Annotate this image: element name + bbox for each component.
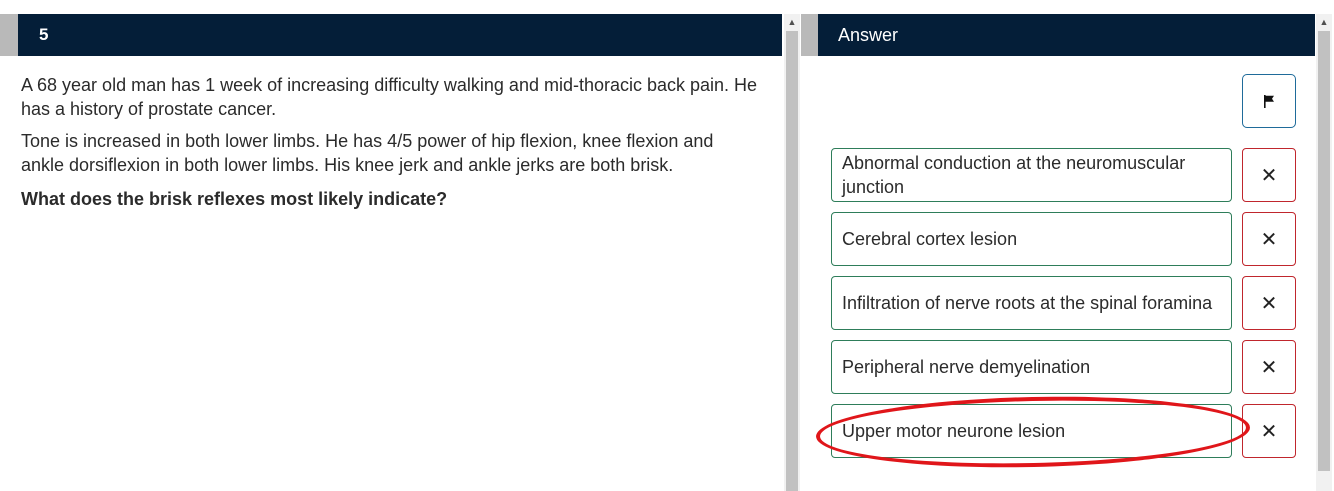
strike-option-4-button[interactable]: ✕: [1242, 340, 1296, 394]
question-scrollbar[interactable]: ▲: [784, 14, 800, 491]
strike-option-1-button[interactable]: ✕: [1242, 148, 1296, 202]
answer-header-gutter: [801, 14, 818, 56]
close-icon: ✕: [1260, 419, 1278, 443]
flag-question-button[interactable]: [1242, 74, 1296, 128]
scroll-up-arrow-icon[interactable]: ▲: [1316, 14, 1332, 30]
answer-option-4[interactable]: Peripheral nerve demyelination: [831, 340, 1232, 394]
question-stem-2: Tone is increased in both lower limbs. H…: [21, 131, 714, 175]
answer-option-label: Upper motor neurone lesion: [842, 421, 1066, 441]
answer-option-3[interactable]: Infiltration of nerve roots at the spina…: [831, 276, 1232, 330]
strike-option-5-button[interactable]: ✕: [1242, 404, 1296, 458]
answer-option-label: Cerebral cortex lesion: [842, 229, 1018, 249]
answer-header-title: Answer: [838, 25, 899, 45]
strike-option-3-button[interactable]: ✕: [1242, 276, 1296, 330]
answer-option-label: Infiltration of nerve roots at the spina…: [842, 293, 1213, 313]
answer-header: Answer: [818, 14, 1315, 56]
strike-option-2-button[interactable]: ✕: [1242, 212, 1296, 266]
answer-scroll-thumb[interactable]: [1318, 31, 1330, 471]
question-number: 5: [39, 25, 49, 44]
answer-option-1[interactable]: Abnormal conduction at the neuromuscular…: [831, 148, 1232, 202]
answer-option-2[interactable]: Cerebral cortex lesion: [831, 212, 1232, 266]
answer-option-5[interactable]: Upper motor neurone lesion: [831, 404, 1232, 458]
question-prompt: What does the brisk reflexes most likely…: [21, 189, 448, 209]
flag-icon: [1264, 94, 1274, 108]
close-icon: ✕: [1260, 227, 1278, 251]
answer-scrollbar[interactable]: ▲: [1316, 14, 1332, 491]
question-stem-1: A 68 year old man has 1 week of increasi…: [21, 75, 758, 119]
close-icon: ✕: [1260, 355, 1278, 379]
close-icon: ✕: [1260, 291, 1278, 315]
close-icon: ✕: [1260, 163, 1278, 187]
scroll-up-arrow-icon[interactable]: ▲: [784, 14, 800, 30]
answer-option-label: Abnormal conduction at the neuromuscular…: [842, 153, 1186, 197]
answer-option-label: Peripheral nerve demyelination: [842, 357, 1091, 377]
question-number-header: 5: [18, 14, 782, 56]
question-scroll-thumb[interactable]: [786, 31, 798, 491]
question-body: A 68 year old man has 1 week of increasi…: [21, 74, 761, 221]
question-header-gutter: [0, 14, 18, 56]
